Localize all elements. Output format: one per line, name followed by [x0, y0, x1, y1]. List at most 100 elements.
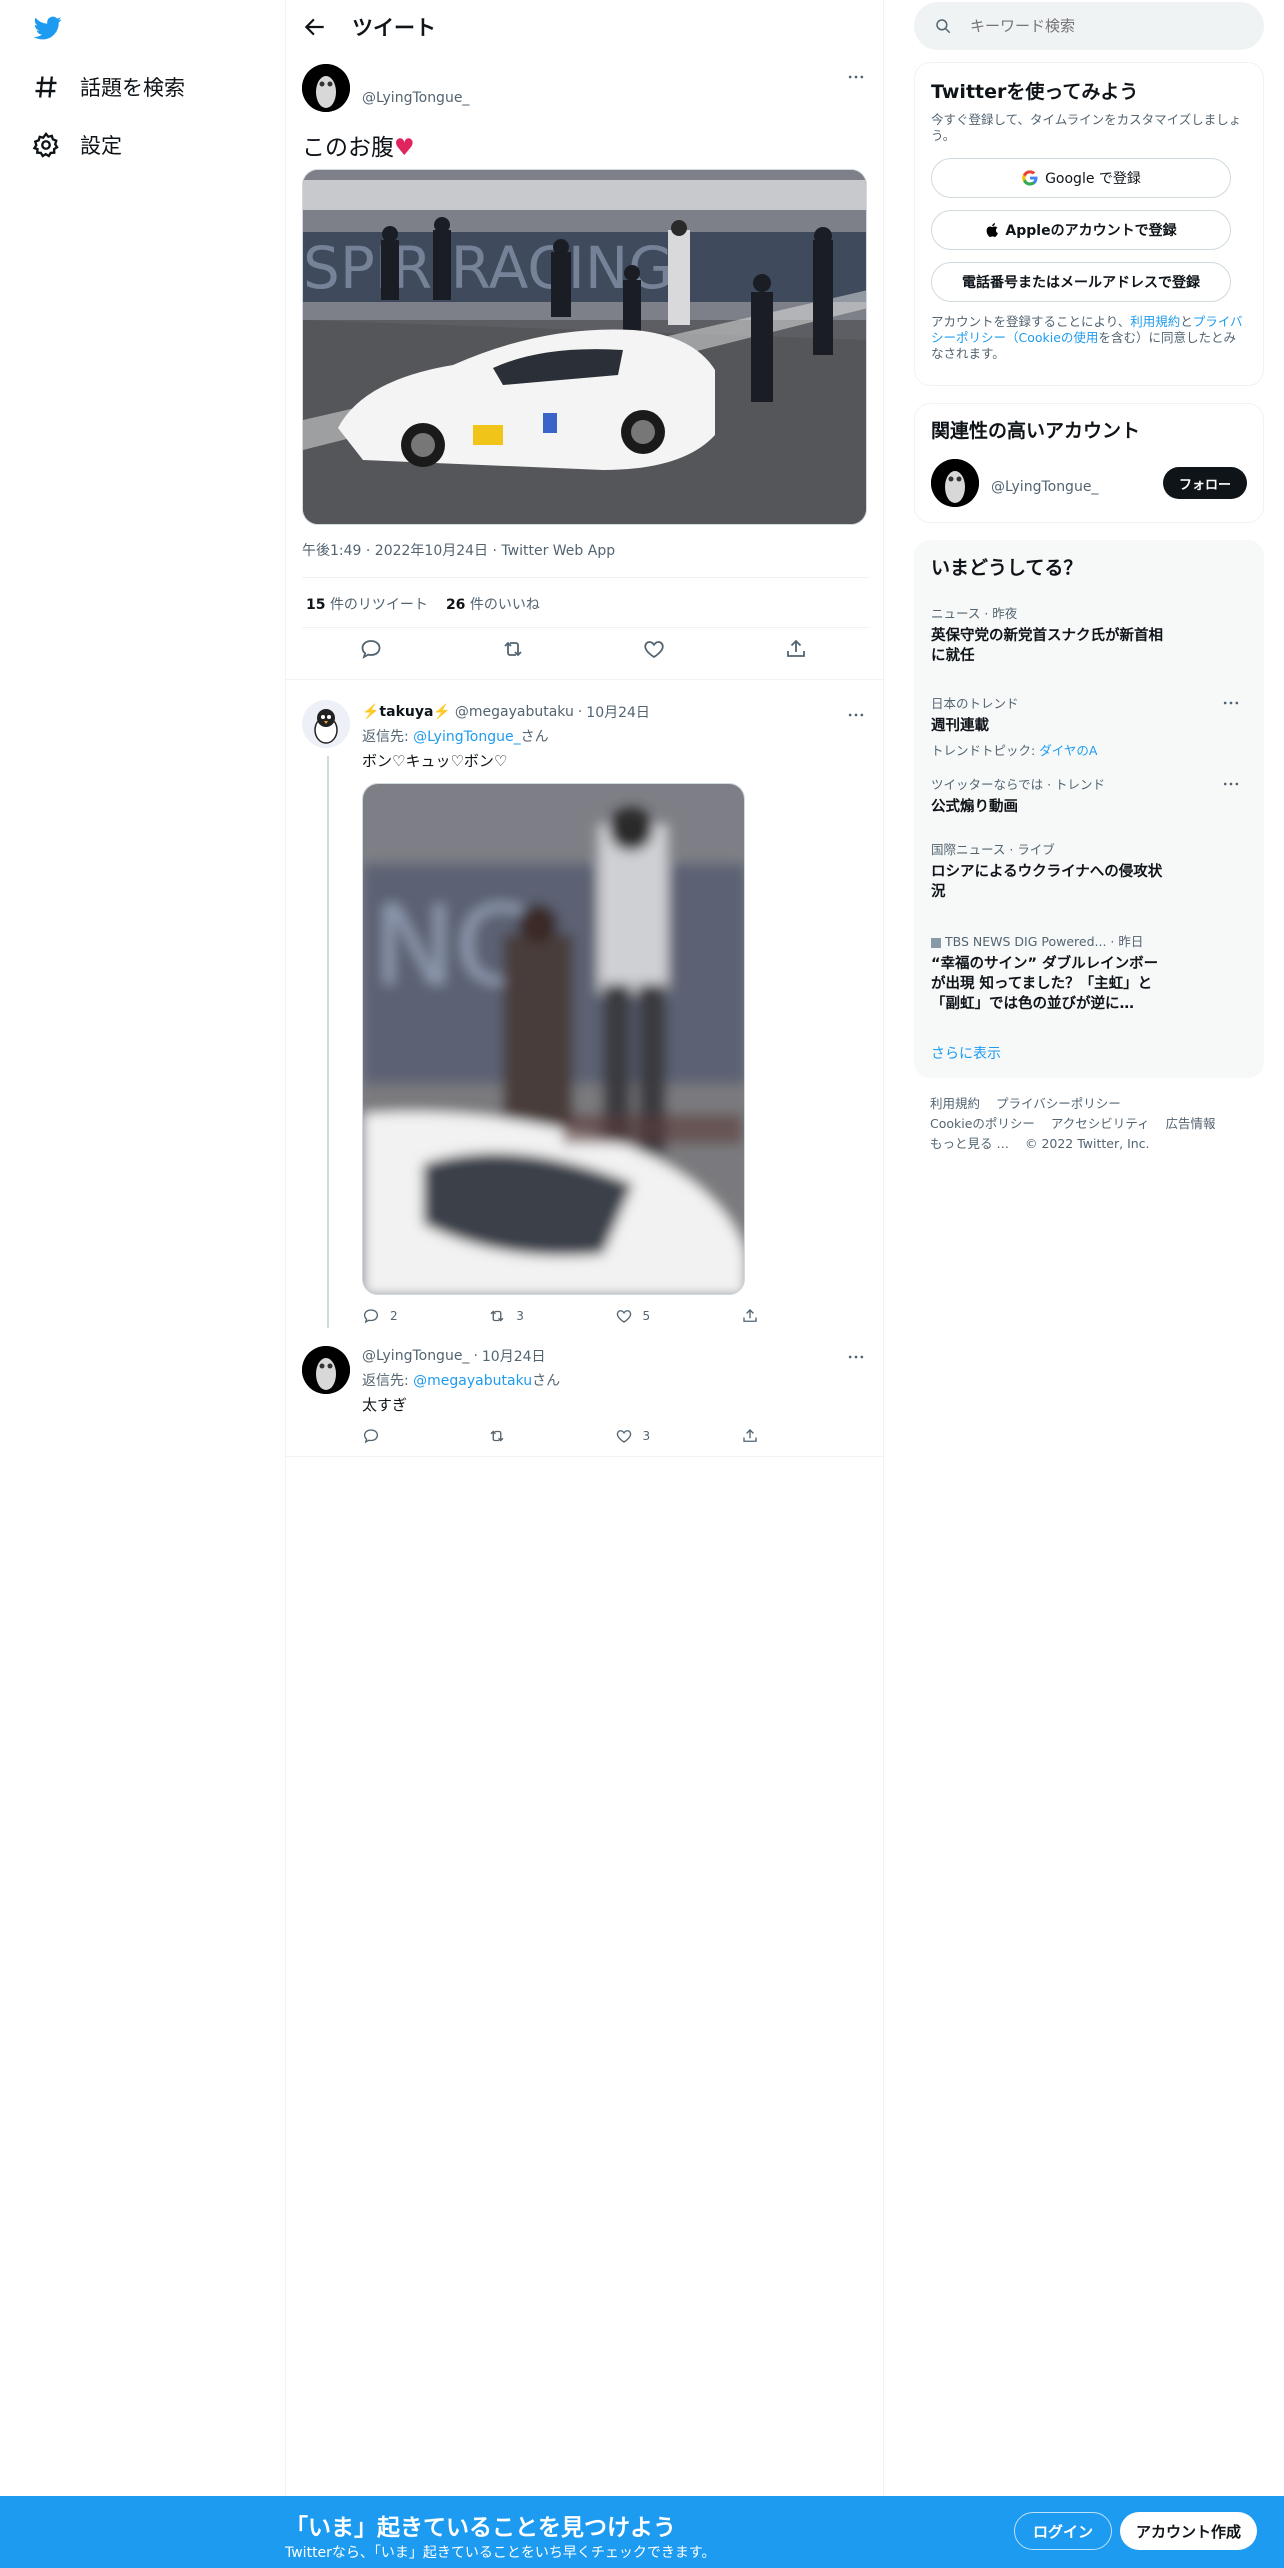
phone-signup-label: 電話番号またはメールアドレスで登録 [962, 275, 1200, 291]
related-title: 関連性の高いアカウント [931, 420, 1141, 442]
trends-card: いまどうしてる？ ニュース · 昨夜 英保守党の新党首スナク氏が新首相に就任 日… [914, 540, 1264, 1078]
thread-line [327, 756, 329, 1328]
trend-context-text: TBS NEWS DIG Powered... · 昨日 [945, 934, 1144, 949]
signup-subtitle: 今すぐ登録して、タイムラインをカスタマイズしましょう。 [931, 112, 1242, 143]
footer-link[interactable]: もっと見る … [930, 1136, 1009, 1151]
separator-dot: · [577, 704, 583, 720]
footer-link[interactable]: Cookieのポリシー [930, 1116, 1035, 1131]
more-options-icon[interactable] [1221, 693, 1241, 713]
share-button[interactable] [741, 1307, 867, 1325]
footer-link[interactable]: プライバシーポリシー [996, 1096, 1121, 1111]
reply-button[interactable] [362, 1427, 488, 1445]
terms-text-2: と [1180, 314, 1193, 329]
terms-text-1: アカウントを登録することにより、 [931, 314, 1131, 329]
like-count: 3 [642, 1429, 651, 1443]
page-header: ツイート [286, 0, 883, 54]
search-input[interactable] [970, 17, 1230, 35]
create-account-button[interactable]: アカウント作成 [1120, 2512, 1258, 2550]
more-options-icon[interactable] [843, 64, 869, 90]
like-button[interactable]: 3 [615, 1427, 741, 1445]
reply-tweet[interactable]: ⚡️⁣⁣takuya⁣⁣⚡️ @megayabutaku · 10月24日 返信… [362, 702, 867, 1325]
share-icon[interactable] [784, 637, 812, 665]
more-options-icon[interactable] [843, 1344, 869, 1370]
author-handle[interactable]: @LyingTongue_ [362, 90, 469, 106]
related-account-row[interactable]: @LyingTongue_ フォロー [931, 459, 1247, 507]
footer-link[interactable]: アクセシビリティ [1051, 1116, 1150, 1131]
divider [302, 627, 869, 628]
phone-email-signup-button[interactable]: 電話番号またはメールアドレスで登録 [931, 262, 1231, 302]
terms-link[interactable]: 利用規約 [1130, 314, 1180, 329]
footer-link[interactable]: 利用規約 [930, 1096, 980, 1111]
svg-text:SPIR RACING: SPIR RACING [303, 234, 673, 302]
trend-context: 日本のトレンド [931, 696, 1019, 711]
footer-link[interactable]: 広告情報 [1166, 1116, 1216, 1131]
reply-icon[interactable] [359, 637, 387, 665]
page-title: ツイート [352, 16, 436, 40]
google-icon [1021, 169, 1039, 187]
avatar[interactable] [931, 459, 979, 507]
retweet-icon[interactable] [501, 637, 529, 665]
tweet-date[interactable]: 10月24日 [586, 702, 650, 722]
nav-explore[interactable]: 話題を検索 [32, 67, 185, 107]
tweet-date[interactable]: 10月24日 [482, 1346, 546, 1366]
search-bar[interactable] [914, 2, 1264, 50]
trend-item[interactable]: 国際ニュース · ライブ ロシアによるウクライナへの侵攻状況 [931, 839, 1241, 902]
share-icon [743, 1309, 757, 1322]
trend-title: “幸福のサイン” ダブルレインボーが出現 知ってました？「主虹」と「副虹」では色… [931, 956, 1159, 1012]
nav-settings-label: 設定 [80, 134, 122, 158]
apple-icon [985, 221, 1001, 239]
reply-text: ボン♡キュッ♡ボン♡ [362, 752, 508, 770]
more-options-icon[interactable] [843, 702, 869, 728]
like-count-value: 26 [445, 597, 466, 613]
replying-to-link[interactable]: @LyingTongue_ [413, 729, 520, 745]
retweet-count: 3 [516, 1309, 524, 1323]
like-icon[interactable] [642, 637, 670, 665]
tweet-photo[interactable]: SPIR RACING [302, 169, 867, 525]
replying-to-prefix: 返信先: [362, 729, 414, 745]
twitter-logo-icon[interactable] [32, 14, 64, 42]
trend-title: ロシアによるウクライナへの侵攻状況 [931, 864, 1163, 900]
signup-title: Twitterを使ってみよう [931, 81, 1139, 103]
reply-tweet[interactable]: @LyingTongue_ · 10月24日 返信先: @megayabutak… [362, 1346, 867, 1445]
reply-photo[interactable]: NG [362, 783, 745, 1295]
like-icon [616, 1430, 631, 1443]
banner-subtitle: Twitterなら、「いま」起きていることをいち早くチェックできます。 [285, 2545, 716, 2561]
retweet-button[interactable]: 3 [488, 1307, 614, 1325]
tweet-actions [302, 637, 869, 665]
avatar[interactable] [302, 700, 350, 748]
apple-signup-button[interactable]: Appleのアカウントで登録 [931, 210, 1231, 250]
nav-settings[interactable]: 設定 [32, 125, 122, 165]
like-button[interactable]: 5 [615, 1307, 741, 1325]
banner-title: 「いま」起きていることを見つけよう [285, 2515, 676, 2541]
related-handle[interactable]: @LyingTongue_ [991, 479, 1163, 495]
trend-item[interactable]: ニュース · 昨夜 英保守党の新党首スナク氏が新首相に就任 [931, 603, 1241, 666]
replying-to-prefix: 返信先: [362, 1373, 414, 1389]
retweet-button[interactable] [488, 1427, 614, 1445]
login-button[interactable]: ログイン [1014, 2512, 1113, 2550]
trend-sub-link[interactable]: ダイヤのA [1039, 743, 1097, 758]
back-arrow-icon[interactable] [302, 14, 328, 40]
google-signup-button[interactable]: Google で登録 [931, 158, 1231, 198]
share-button[interactable] [741, 1427, 867, 1445]
trend-item[interactable]: 日本のトレンド 週刊連載 トレンドトピック: ダイヤのA [931, 693, 1241, 759]
more-options-icon[interactable] [1221, 774, 1241, 794]
author-handle[interactable]: @LyingTongue_ [362, 1348, 469, 1364]
avatar[interactable] [302, 1346, 350, 1394]
author-handle[interactable]: @megayabutaku [455, 704, 574, 720]
terms-text: アカウントを登録することにより、利用規約とプライバシーポリシー（Cookieの使… [931, 314, 1247, 362]
follow-button[interactable]: フォロー [1162, 467, 1247, 499]
trend-item[interactable]: ツイッターならでは · トレンド 公式煽り動画 [931, 774, 1241, 817]
reply-button[interactable]: 2 [362, 1307, 488, 1325]
trend-item[interactable]: TBS NEWS DIG Powered... · 昨日 “幸福のサイン” ダブ… [931, 931, 1241, 1014]
tweet-author[interactable]: @LyingTongue_ [302, 64, 469, 112]
search-icon [934, 17, 970, 35]
separator-dot: · [473, 1348, 478, 1364]
like-icon [616, 1310, 631, 1323]
trend-context: TBS NEWS DIG Powered... · 昨日 [931, 931, 1241, 950]
avatar[interactable] [302, 64, 350, 112]
author-name[interactable]: ⚡️⁣⁣takuya⁣⁣⚡️ [362, 704, 451, 720]
show-more-link[interactable]: さらに表示 [931, 1043, 1001, 1063]
like-count[interactable]: 26 件のいいね [446, 594, 540, 614]
retweet-count[interactable]: 15 件のリツイート [306, 594, 428, 614]
replying-to-link[interactable]: @megayabutaku [413, 1373, 532, 1389]
